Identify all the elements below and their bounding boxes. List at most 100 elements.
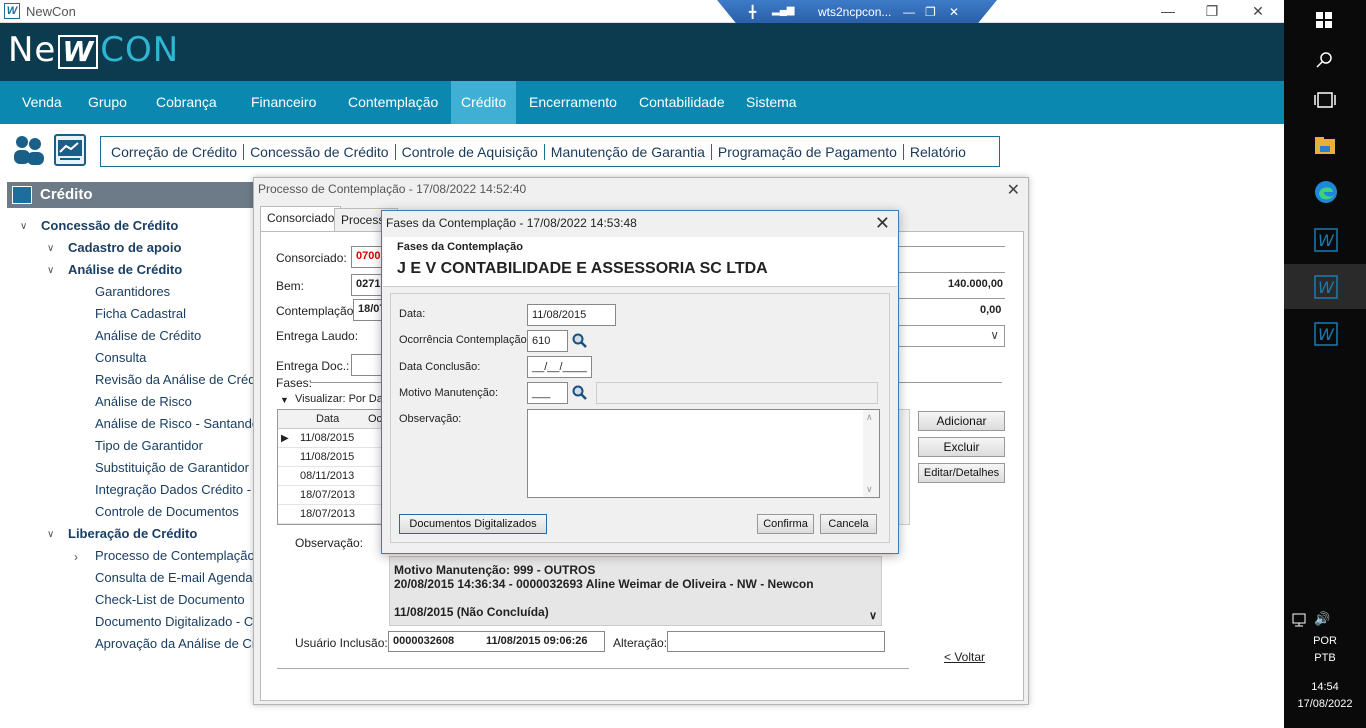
tree-item[interactable]: Análise de Crédito xyxy=(68,262,182,277)
tree-item[interactable]: Aprovação da Análise de Créd xyxy=(95,636,271,651)
documentos-digitalizados-button[interactable]: Documentos Digitalizados xyxy=(399,514,547,534)
nav-cobranca[interactable]: Cobrança xyxy=(146,81,227,124)
nav-contabilidade[interactable]: Contabilidade xyxy=(629,81,735,124)
rdp-close-button[interactable]: ✕ xyxy=(949,5,959,19)
tree-item[interactable]: Ficha Cadastral xyxy=(95,306,186,321)
adicionar-button[interactable]: Adicionar xyxy=(918,411,1005,431)
submenu-programacao-pagamento[interactable]: Programação de Pagamento xyxy=(712,143,904,160)
submenu-manutencao-garantia[interactable]: Manutenção de Garantia xyxy=(545,143,712,160)
newcon-taskbar-icon[interactable]: W xyxy=(1314,228,1338,252)
search-icon[interactable] xyxy=(572,385,587,400)
nav-venda[interactable]: Venda xyxy=(12,81,72,124)
clock-time[interactable]: 14:54 xyxy=(1284,681,1366,693)
table-row[interactable]: 18/07/2013 xyxy=(278,486,386,505)
chevron-down-icon[interactable]: ∨ xyxy=(866,484,873,495)
observacao-box[interactable]: Motivo Manutenção: 999 - OUTROS 20/08/20… xyxy=(389,556,882,626)
observacao-textarea[interactable]: ∧ ∨ xyxy=(527,409,880,498)
textarea-scrollbar[interactable]: ∧ ∨ xyxy=(863,410,879,497)
chevron-up-icon[interactable]: ∧ xyxy=(866,412,873,423)
pin-icon[interactable]: ╋ xyxy=(749,5,756,19)
confirma-button[interactable]: Confirma xyxy=(757,514,814,534)
nav-financeiro[interactable]: Financeiro xyxy=(241,81,326,124)
table-row[interactable]: 11/08/2015 xyxy=(278,448,386,467)
tree-item[interactable]: Revisão da Análise de Crédit xyxy=(95,372,262,387)
chevron-down-icon[interactable]: ∨ xyxy=(20,221,27,232)
visualizar-toggle[interactable]: Visualizar: Por Dat xyxy=(295,393,386,405)
tab-consorciado[interactable]: Consorciado xyxy=(260,206,342,232)
rdp-minimize-button[interactable]: — xyxy=(903,5,915,19)
menu-icon[interactable] xyxy=(12,186,32,204)
tree-item[interactable]: Tipo de Garantidor xyxy=(95,438,203,453)
triangle-down-icon[interactable]: ▼ xyxy=(280,395,289,405)
tree-item[interactable]: Controle de Documentos xyxy=(95,504,239,519)
voltar-link[interactable]: < Voltar xyxy=(944,650,985,664)
network-icon[interactable] xyxy=(1292,612,1310,628)
search-icon[interactable] xyxy=(1314,50,1336,72)
keyboard-layout[interactable]: PTB xyxy=(1284,652,1366,664)
nav-contemplacao[interactable]: Contemplação xyxy=(338,81,448,124)
edge-browser-icon[interactable] xyxy=(1314,180,1337,203)
volume-icon[interactable]: 🔊 xyxy=(1314,611,1334,627)
tree-item[interactable]: Análise de Crédito xyxy=(95,328,201,343)
motivo-field[interactable]: ___ xyxy=(527,382,568,404)
task-view-icon[interactable] xyxy=(1314,90,1336,112)
main-nav: Venda Grupo Cobrança Financeiro Contempl… xyxy=(0,81,1284,124)
submenu-relatorio[interactable]: Relatório xyxy=(904,144,972,160)
close-icon[interactable]: ✕ xyxy=(1007,180,1020,200)
file-explorer-icon[interactable] xyxy=(1314,134,1336,156)
tree-item[interactable]: Check-List de Documento xyxy=(95,592,245,607)
tree-item[interactable]: Concessão de Crédito xyxy=(41,218,178,233)
status-dropdown[interactable]: ∨ xyxy=(893,325,1005,347)
tree-item[interactable]: Consulta de E-mail Agendado xyxy=(95,570,267,585)
chevron-down-icon[interactable]: ∨ xyxy=(47,529,54,540)
tree-item[interactable]: Análise de Risco - Santander xyxy=(95,416,263,431)
data-field[interactable]: 11/08/2015 xyxy=(527,304,616,326)
ocorrencia-field[interactable]: 610 xyxy=(527,330,568,352)
clock-date[interactable]: 17/08/2022 xyxy=(1284,698,1366,710)
tree-item[interactable]: Garantidores xyxy=(95,284,170,299)
chart-icon[interactable] xyxy=(54,134,86,166)
table-row[interactable]: 08/11/2013 xyxy=(278,467,386,486)
restore-button[interactable]: ❐ xyxy=(1197,2,1227,20)
language-code[interactable]: POR xyxy=(1284,635,1366,647)
tree-item[interactable]: Processo de Contemplação xyxy=(95,548,255,563)
newcon-taskbar-icon[interactable]: W xyxy=(1314,322,1338,346)
tree-item[interactable]: Integração Dados Crédito - In xyxy=(95,482,266,497)
chevron-down-icon[interactable]: ∨ xyxy=(869,609,877,623)
rdp-restore-button[interactable]: ❐ xyxy=(925,5,936,19)
minimize-button[interactable]: — xyxy=(1153,2,1183,20)
excluir-button[interactable]: Excluir xyxy=(918,437,1005,457)
table-row[interactable]: 18/07/2013 xyxy=(278,505,386,524)
data-conclusao-field[interactable]: __/__/____ xyxy=(527,356,592,378)
nav-grupo[interactable]: Grupo xyxy=(78,81,137,124)
editar-detalhes-button[interactable]: Editar/Detalhes xyxy=(918,463,1005,483)
tree-item[interactable]: Cadastro de apoio xyxy=(68,240,181,255)
grid-scrollbar[interactable] xyxy=(898,409,910,525)
chevron-right-icon[interactable]: › xyxy=(74,550,78,564)
tree-item[interactable]: Liberação de Crédito xyxy=(68,526,197,541)
tree-item[interactable]: Substituição de Garantidor xyxy=(95,460,249,475)
chevron-down-icon[interactable]: ∨ xyxy=(47,243,54,254)
chevron-down-icon[interactable]: ∨ xyxy=(47,265,54,276)
entrega-doc-field[interactable] xyxy=(351,354,383,376)
windows-start-icon[interactable] xyxy=(1314,10,1336,32)
cancela-button[interactable]: Cancela xyxy=(820,514,877,534)
tree-item[interactable]: Análise de Risco xyxy=(95,394,192,409)
close-button[interactable]: ✕ xyxy=(1243,2,1273,20)
tree-item[interactable]: Documento Digitalizado - Con xyxy=(95,614,268,629)
nav-encerramento[interactable]: Encerramento xyxy=(519,81,627,124)
submenu-correcao[interactable]: Correção de Crédito xyxy=(105,143,245,160)
submenu-controle-aquisicao[interactable]: Controle de Aquisição xyxy=(396,143,545,160)
users-icon[interactable] xyxy=(12,134,46,166)
nav-sistema[interactable]: Sistema xyxy=(736,81,807,124)
logo-text-con: CON xyxy=(100,30,180,70)
search-icon[interactable] xyxy=(572,333,587,348)
nav-credito[interactable]: Crédito xyxy=(451,81,517,124)
table-row[interactable]: ▶ 11/08/2015 xyxy=(278,429,386,448)
close-icon[interactable]: ✕ xyxy=(875,213,890,234)
tree-item[interactable]: Consulta xyxy=(95,350,146,365)
rdp-host: wts2ncpcon... xyxy=(818,5,892,19)
newcon-taskbar-icon[interactable]: W xyxy=(1314,275,1338,299)
submenu-concessao[interactable]: Concessão de Crédito xyxy=(244,143,396,160)
newcon-logo: Ne W CON xyxy=(8,30,179,70)
